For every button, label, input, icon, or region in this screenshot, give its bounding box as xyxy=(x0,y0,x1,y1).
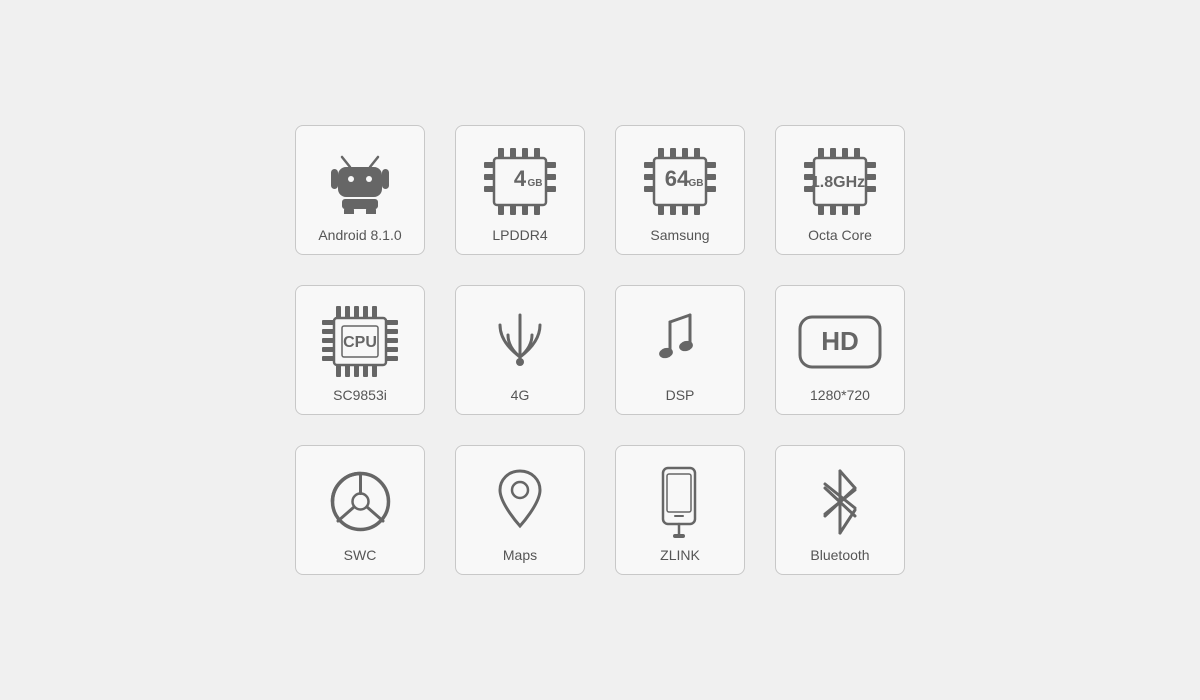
card-label-swc: SWC xyxy=(344,547,377,564)
card-samsung: 64 GB Samsung xyxy=(615,125,745,255)
card-label-samsung: Samsung xyxy=(650,227,709,244)
svg-text:GB: GB xyxy=(528,178,543,189)
card-label-octa-core: Octa Core xyxy=(808,227,872,244)
card-octa-core: 1.8GHz Octa Core xyxy=(775,125,905,255)
card-label-dsp: DSP xyxy=(666,387,695,404)
zlink-icon xyxy=(626,460,734,543)
bluetooth-icon xyxy=(786,460,894,543)
card-label-4g: 4G xyxy=(511,387,530,404)
chip18ghz-icon: 1.8GHz xyxy=(786,140,894,223)
chip4gb-icon: 4 GB xyxy=(466,140,574,223)
card-label-android: Android 8.1.0 xyxy=(318,227,401,244)
svg-text:1.8GHz: 1.8GHz xyxy=(811,174,865,191)
card-maps: Maps xyxy=(455,445,585,575)
hd-icon: HD xyxy=(786,300,894,383)
card-sc9853i: CPU SC9853i xyxy=(295,285,425,415)
card-label-bluetooth: Bluetooth xyxy=(810,547,869,564)
card-label-lpddr4: LPDDR4 xyxy=(492,227,547,244)
card-4g: 4G xyxy=(455,285,585,415)
card-swc: SWC xyxy=(295,445,425,575)
steering-icon xyxy=(306,460,414,543)
card-1280x720: HD 1280*720 xyxy=(775,285,905,415)
card-zlink: ZLINK xyxy=(615,445,745,575)
maps-icon xyxy=(466,460,574,543)
card-lpddr4: 4 GB LPDDR4 xyxy=(455,125,585,255)
music-icon xyxy=(626,300,734,383)
svg-text:HD: HD xyxy=(821,326,859,356)
svg-text:CPU: CPU xyxy=(343,334,377,351)
svg-text:GB: GB xyxy=(689,178,704,189)
android-icon xyxy=(306,140,414,223)
card-dsp: DSP xyxy=(615,285,745,415)
card-bluetooth: Bluetooth xyxy=(775,445,905,575)
features-grid: Android 8.1.0 xyxy=(295,125,905,575)
signal-icon xyxy=(466,300,574,383)
card-label-maps: Maps xyxy=(503,547,537,564)
card-label-1280x720: 1280*720 xyxy=(810,387,870,404)
card-android: Android 8.1.0 xyxy=(295,125,425,255)
svg-text:4: 4 xyxy=(514,166,527,191)
svg-text:64: 64 xyxy=(665,166,690,191)
cpu-icon: CPU xyxy=(306,300,414,383)
card-label-zlink: ZLINK xyxy=(660,547,700,564)
card-label-sc9853i: SC9853i xyxy=(333,387,387,404)
chip64gb-icon: 64 GB xyxy=(626,140,734,223)
